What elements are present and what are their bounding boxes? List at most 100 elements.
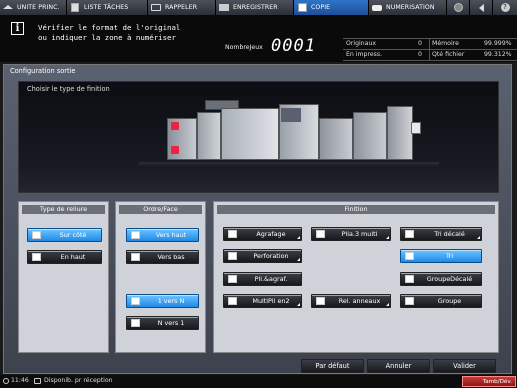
rel-anneaux-button[interactable]: Rel. anneaux <box>311 294 391 308</box>
finisher-preview: Choisir le type de finition <box>18 81 499 193</box>
recall-icon <box>151 4 161 11</box>
groupe-button[interactable]: Groupe <box>400 294 482 308</box>
reception-status: Disponib. pr réception <box>44 377 113 384</box>
clock-time: 11:46 <box>11 377 29 384</box>
pli-agraf-label: Pli.&agraf. <box>254 275 288 283</box>
volume-button[interactable] <box>470 0 493 15</box>
globe-icon <box>453 3 463 12</box>
valider-button[interactable]: Valider <box>433 359 496 373</box>
tab-label: NUMERISATION <box>386 4 435 11</box>
tab-unite-princ[interactable]: UNITE PRINC. <box>0 0 67 15</box>
message-line-2: ou indiquer la zone à numériser <box>38 33 176 42</box>
speaker-icon <box>478 3 484 12</box>
annuler-button[interactable]: Annuler <box>367 359 430 373</box>
punch-icon <box>228 252 237 260</box>
order-1-to-n-icon <box>131 297 140 305</box>
tab-liste-taches[interactable]: LISTE TÂCHES <box>67 0 148 15</box>
perforation-button[interactable]: Perforation <box>223 249 302 263</box>
rel-anneaux-label: Rel. anneaux <box>338 297 381 305</box>
tab-label: ENREGISTRER <box>233 4 278 11</box>
tri-decale-label: Tri décalé <box>434 230 465 238</box>
multi-fold-icon <box>228 297 237 305</box>
qte-fichier-label: Qté fichier <box>432 51 465 58</box>
en-haut-button[interactable]: En haut <box>27 250 102 264</box>
ordre-face-header: Ordre/Face <box>119 205 202 214</box>
preview-title: Choisir le type de finition <box>27 85 110 93</box>
tri-button[interactable]: Tri <box>400 249 482 263</box>
vers-haut-button[interactable]: Vers haut <box>126 228 199 242</box>
ring-binding-icon <box>316 297 325 305</box>
memoire-label: Mémoire <box>432 40 459 47</box>
pli-agraf-button[interactable]: Pli.&agraf. <box>223 272 302 286</box>
tab-label: RAPPELER <box>165 4 198 11</box>
offset-sort-icon <box>405 230 414 238</box>
originaux-label: Originaux <box>346 40 377 47</box>
job-list-icon <box>71 3 79 12</box>
offset-group-icon <box>405 275 414 283</box>
multipli-en2-label: MultiPli en2 <box>252 297 290 305</box>
originaux-value: 0 <box>418 40 422 47</box>
en-impress-label: En impress. <box>346 51 383 58</box>
memoire-value: 99.999% <box>484 40 512 47</box>
plia-3-multi-button[interactable]: Plia.3 multi <box>311 227 391 241</box>
scan-icon <box>372 5 382 11</box>
tab-label: LISTE TÂCHES <box>84 4 129 11</box>
nombre-jeux-value: 0001 <box>271 36 316 56</box>
face-down-icon <box>131 253 140 261</box>
type-reliure-header: Type de reliure <box>22 205 105 214</box>
n-vers-1-button[interactable]: N vers 1 <box>126 316 199 330</box>
status-bar: 11:46 Disponib. pr réception <box>0 375 517 388</box>
tab-label: UNITE PRINC. <box>17 4 60 11</box>
top-tab-bar: UNITE PRINC. LISTE TÂCHES RAPPELER ENREG… <box>0 0 517 15</box>
sur-cote-label: Sur côté <box>59 231 87 239</box>
sort-icon <box>405 252 414 260</box>
top-binding-icon <box>32 253 41 261</box>
par-defaut-button[interactable]: Par défaut <box>301 359 364 373</box>
groupe-decale-button[interactable]: GroupeDécalé <box>400 272 482 286</box>
output-config-panel: Configuration sortie Choisir le type de … <box>3 64 512 374</box>
finition-header: Finition <box>217 205 495 214</box>
ordre-face-panel: Ordre/Face Vers haut Vers bas 1 vers N N… <box>115 201 206 353</box>
multipli-en2-button[interactable]: MultiPli en2 <box>223 294 302 308</box>
tab-enregistrer[interactable]: ENREGISTRER <box>216 0 294 15</box>
copier-screen: UNITE PRINC. LISTE TÂCHES RAPPELER ENREG… <box>0 0 517 388</box>
tab-label: COPIE <box>311 4 331 11</box>
vers-bas-button[interactable]: Vers bas <box>126 250 199 264</box>
message-line-1: Vérifier le format de l'original <box>38 23 181 32</box>
agrafage-button[interactable]: Agrafage <box>223 227 302 241</box>
n-vers-1-label: N vers 1 <box>157 319 185 327</box>
en-impress-value: 0 <box>418 51 422 58</box>
tab-numerisation[interactable]: NUMERISATION <box>369 0 447 15</box>
staple-icon <box>228 230 237 238</box>
tri-fold-icon <box>316 230 325 238</box>
save-icon <box>219 4 229 11</box>
group-icon <box>405 297 414 305</box>
perforation-label: Perforation <box>253 252 289 260</box>
tri-decale-button[interactable]: Tri décalé <box>400 227 482 241</box>
tab-copie[interactable]: COPIE <box>294 0 369 15</box>
tamb-dev-alert-button[interactable]: Tamb/Dév. <box>462 376 516 387</box>
tab-rappeler[interactable]: RAPPELER <box>148 0 216 15</box>
clock-icon <box>3 378 9 384</box>
vers-bas-label: Vers bas <box>157 253 185 261</box>
tri-label: Tri <box>445 252 454 260</box>
copy-icon <box>298 3 307 12</box>
1-vers-n-label: 1 vers N <box>157 297 185 305</box>
face-up-icon <box>131 231 140 239</box>
sur-cote-button[interactable]: Sur côté <box>27 228 102 242</box>
type-reliure-panel: Type de reliure Sur côté En haut <box>18 201 109 353</box>
fold-staple-icon <box>228 275 237 283</box>
globe-button[interactable] <box>447 0 470 15</box>
en-haut-label: En haut <box>60 253 86 261</box>
info-icon: i <box>11 22 24 35</box>
receive-icon <box>34 378 41 384</box>
plia-3-multi-label: Plia.3 multi <box>341 230 378 238</box>
groupe-label: Groupe <box>437 297 462 305</box>
1-vers-n-button[interactable]: 1 vers N <box>126 294 199 308</box>
panel-title: Configuration sortie <box>10 67 76 75</box>
help-button[interactable]: ? <box>493 0 517 15</box>
side-binding-icon <box>32 231 41 239</box>
groupe-decale-label: GroupeDécalé <box>426 275 473 283</box>
order-n-to-1-icon <box>131 319 140 327</box>
nombre-jeux-label: NombreJeux <box>225 44 263 51</box>
